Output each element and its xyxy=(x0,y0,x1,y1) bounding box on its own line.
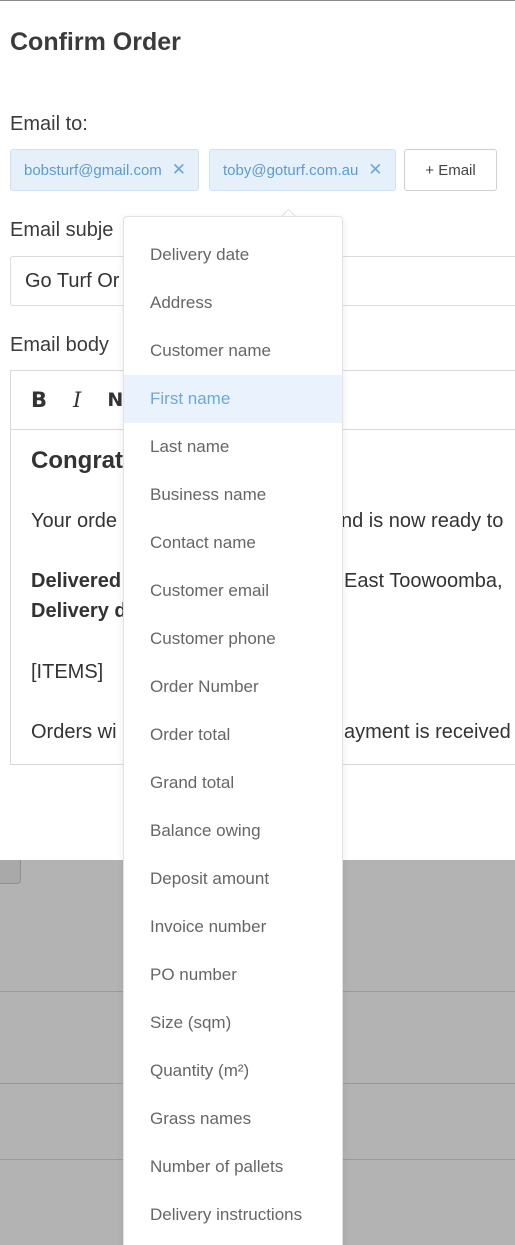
email-subject-label: Email subje xyxy=(10,219,114,241)
recipient-email: bobsturf@gmail.com xyxy=(24,161,162,179)
dropdown-item[interactable]: Quantity (m²) xyxy=(124,1047,342,1095)
add-email-button[interactable]: + Email xyxy=(404,149,497,191)
dropdown-item[interactable]: Invoice number xyxy=(124,903,342,951)
italic-button[interactable]: I xyxy=(73,388,81,412)
bold-button[interactable]: B xyxy=(31,388,47,412)
dropdown-item[interactable]: Size (sqm) xyxy=(124,999,342,1047)
recipient-chip[interactable]: toby@goturf.com.au ✕ xyxy=(209,149,396,191)
body-delivery-label: Delivery d xyxy=(31,600,127,622)
merge-field-dropdown: Delivery date Address Customer name First n… xyxy=(123,216,343,1245)
dropdown-item[interactable]: Order Number xyxy=(124,663,342,711)
dropdown-item[interactable]: Delivery date xyxy=(124,231,342,279)
dropdown-item[interactable]: Business name xyxy=(124,471,342,519)
normal-text-button[interactable]: N xyxy=(107,389,123,411)
dropdown-item[interactable]: First name xyxy=(124,375,342,423)
email-to-label: Email to: xyxy=(10,113,88,135)
dropdown-item[interactable]: Order total xyxy=(124,711,342,759)
close-icon[interactable]: ✕ xyxy=(368,160,382,180)
email-body-label: Email body xyxy=(10,334,109,356)
background-tab xyxy=(0,858,21,884)
modal-title: Confirm Order xyxy=(10,28,181,56)
dropdown-item[interactable]: Balance owing xyxy=(124,807,342,855)
dropdown-item[interactable]: Customer name xyxy=(124,327,342,375)
dropdown-item[interactable]: Address xyxy=(124,279,342,327)
dropdown-item[interactable]: Delivery instructions xyxy=(124,1191,342,1239)
dropdown-item[interactable]: Last name xyxy=(124,423,342,471)
dropdown-item[interactable]: Deposit amount xyxy=(124,855,342,903)
body-heading: Congrat xyxy=(31,447,123,474)
recipient-email: toby@goturf.com.au xyxy=(223,161,359,179)
close-icon[interactable]: ✕ xyxy=(172,160,186,180)
body-delivered-label: Delivered xyxy=(31,570,122,592)
body-items-placeholder: [ITEMS] xyxy=(31,661,104,683)
dropdown-item[interactable]: PO number xyxy=(124,951,342,999)
body-line: East Toowoomba, xyxy=(344,570,503,592)
dropdown-item[interactable]: Contact name xyxy=(124,519,342,567)
merge-field-list: Delivery date Address Customer name First n… xyxy=(124,231,342,1239)
dropdown-item[interactable]: Customer email xyxy=(124,567,342,615)
recipient-chip[interactable]: bobsturf@gmail.com ✕ xyxy=(10,149,200,191)
dropdown-item[interactable]: Customer phone xyxy=(124,615,342,663)
body-line: Your orde xyxy=(31,510,117,532)
body-line: ayment is received xyxy=(344,721,511,743)
body-line: Orders wi xyxy=(31,721,117,743)
dropdown-item[interactable]: Grand total xyxy=(124,759,342,807)
body-line: nd is now ready to xyxy=(341,510,504,532)
dropdown-item[interactable]: Grass names xyxy=(124,1095,342,1143)
dropdown-item[interactable]: Number of pallets xyxy=(124,1143,342,1191)
